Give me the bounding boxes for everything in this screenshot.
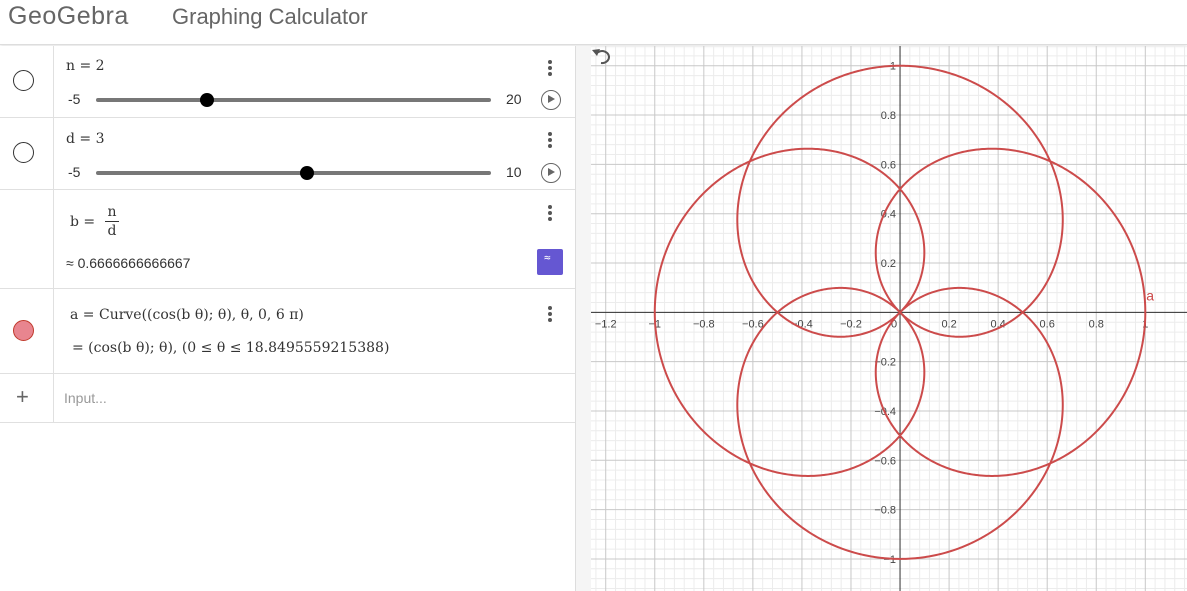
- expression-row-a[interactable]: a = Curve((cos(b θ); θ), θ, 0, 6 π) = (c…: [0, 289, 575, 374]
- tick-label: −0.8: [874, 505, 896, 517]
- more-options-icon[interactable]: [541, 304, 559, 324]
- tick-label: −0.8: [693, 318, 715, 330]
- expression-definition-a[interactable]: a = Curve((cos(b θ); θ), θ, 0, 6 π): [70, 307, 304, 323]
- expression-output-a: = (cos(b θ); θ), (0 ≤ θ ≤ 18.84955592153…: [72, 340, 390, 356]
- visibility-column: [0, 118, 54, 189]
- expression-row-b[interactable]: b = n d ≈ 0.6666666666667 ≈: [0, 190, 575, 289]
- more-options-icon[interactable]: [541, 203, 559, 223]
- undo-icon[interactable]: [591, 46, 615, 66]
- visibility-toggle-n[interactable]: [13, 70, 34, 91]
- app-title: Graphing Calculator: [172, 4, 368, 29]
- curve-label-a[interactable]: a: [1146, 287, 1154, 303]
- graphics-view[interactable]: −1.2 −1 −0.8 −0.6 −0.4 −0.2 0 0.2 0.4 0.6 0.8 1 1 0.8…: [591, 46, 1187, 591]
- tick-label: −0.6: [742, 318, 764, 330]
- graph-canvas[interactable]: −1.2 −1 −0.8 −0.6 −0.4 −0.2 0 0.2 0.4 0.6 0.8 110.8…: [591, 46, 1187, 591]
- tick-label: −0.2: [840, 318, 862, 330]
- slider-min-label: -5: [68, 91, 81, 107]
- tick-label: −0.6: [874, 455, 896, 467]
- fraction-bar: [105, 221, 119, 222]
- play-icon[interactable]: [541, 163, 561, 183]
- tick-label: 0.2: [941, 318, 956, 330]
- slider-track-d[interactable]: [96, 166, 491, 180]
- view-divider[interactable]: [575, 46, 591, 591]
- algebra-input[interactable]: Input...: [64, 390, 107, 406]
- tick-label: 0.8: [881, 110, 896, 122]
- tick-label: −1.2: [595, 318, 617, 330]
- slider-row-n[interactable]: n = 2 -5 20: [0, 46, 575, 118]
- visibility-column: [0, 46, 54, 117]
- geogebra-logo: GeoGebra: [8, 2, 129, 30]
- tick-label: 0.6: [1040, 318, 1055, 330]
- approx-value: ≈ 0.6666666666667: [66, 255, 191, 271]
- expression-lhs-b[interactable]: b =: [70, 214, 95, 230]
- app-header: GeoGebra Graphing Calculator: [0, 0, 1187, 45]
- fraction-numerator: n: [107, 204, 117, 220]
- more-options-icon[interactable]: [541, 58, 559, 78]
- input-row[interactable]: + Input...: [0, 374, 575, 423]
- algebra-view: n = 2 -5 20 d = 3 -5 10 b = n d ≈ 0.6666…: [0, 46, 575, 591]
- slider-row-d[interactable]: d = 3 -5 10: [0, 118, 575, 190]
- tick-label: 0.8: [1089, 318, 1104, 330]
- slider-definition-d[interactable]: d = 3: [66, 131, 105, 147]
- fraction-denominator: d: [107, 223, 117, 239]
- slider-max-label: 20: [506, 91, 522, 107]
- symbolic-toggle-button[interactable]: ≈: [537, 249, 563, 275]
- tick-label: 0.6: [881, 159, 896, 171]
- visibility-column: [0, 289, 54, 373]
- slider-min-label: -5: [68, 164, 81, 180]
- input-plus-column: +: [0, 374, 54, 422]
- slider-definition-n[interactable]: n = 2: [66, 58, 105, 74]
- visibility-column: [0, 190, 54, 288]
- more-options-icon[interactable]: [541, 130, 559, 150]
- slider-max-label: 10: [506, 164, 522, 180]
- tick-label: −1: [883, 554, 896, 566]
- slider-track-n[interactable]: [96, 93, 491, 107]
- visibility-toggle-a[interactable]: [13, 320, 34, 341]
- slider-thumb-n[interactable]: [199, 93, 214, 107]
- approx-icon: ≈: [544, 251, 551, 264]
- slider-thumb-d[interactable]: [299, 166, 314, 180]
- visibility-toggle-d[interactable]: [13, 142, 34, 163]
- plus-icon[interactable]: +: [16, 386, 29, 408]
- fraction[interactable]: n d: [105, 204, 119, 239]
- play-icon[interactable]: [541, 90, 561, 110]
- tick-label: 0.2: [881, 258, 896, 270]
